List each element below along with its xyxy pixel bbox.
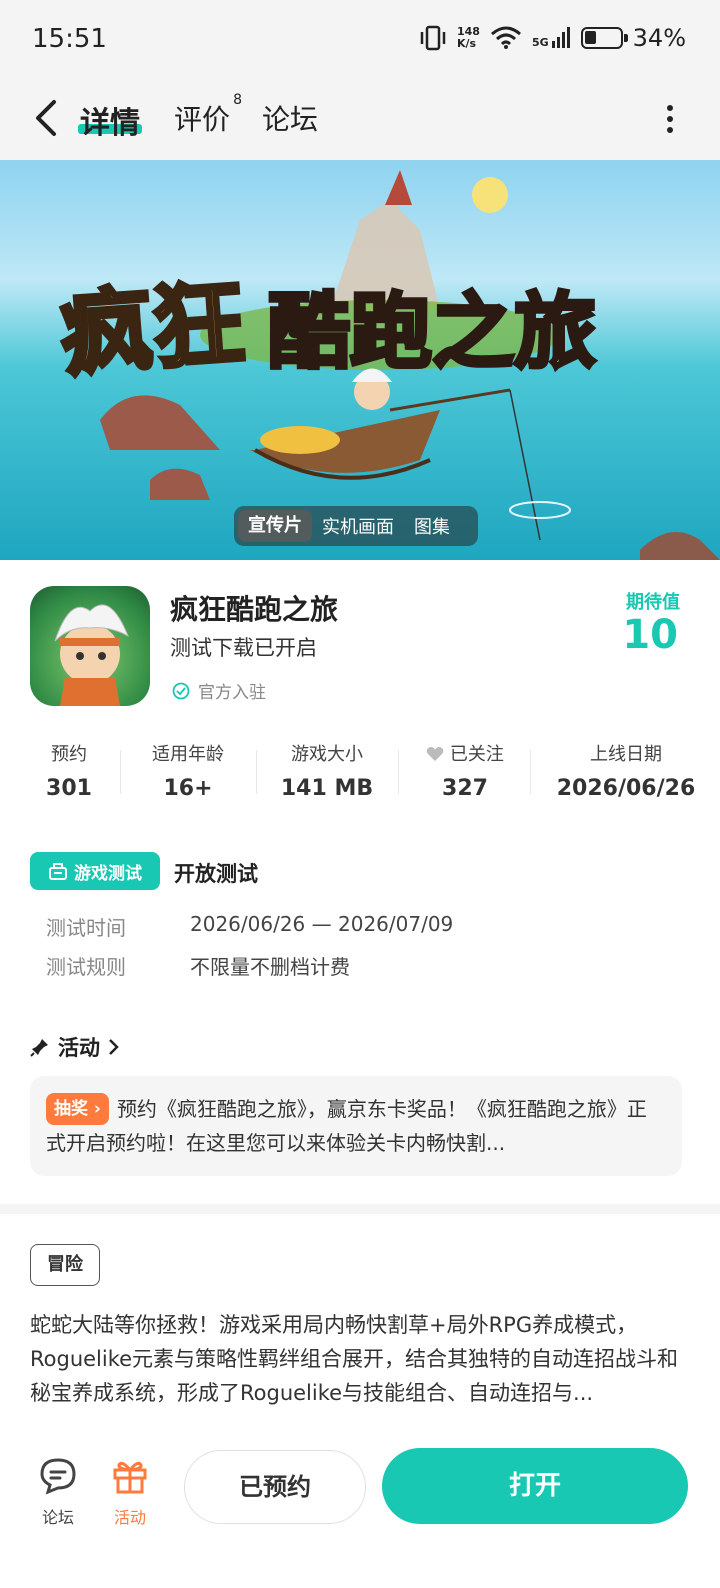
stat-divider bbox=[256, 750, 257, 794]
stat-divider bbox=[530, 750, 531, 794]
tab-review[interactable]: 评价 8 bbox=[174, 92, 242, 138]
test-rule-value: 不限量不删档计费 bbox=[190, 955, 350, 979]
gift-icon bbox=[113, 1461, 147, 1494]
reserved-button[interactable]: 已预约 bbox=[184, 1450, 366, 1524]
lottery-label: 抽奖 bbox=[54, 1099, 88, 1119]
stat-divider bbox=[398, 750, 399, 794]
battery-icon bbox=[580, 27, 628, 49]
tab-forum[interactable]: 论坛 bbox=[262, 98, 318, 138]
chevron-right-icon bbox=[109, 1039, 119, 1055]
banner-title-part1: 疯狂 bbox=[55, 268, 250, 392]
stat-reservations: 预约 301 bbox=[38, 740, 100, 801]
bottom-activity-button[interactable]: 活动 bbox=[100, 1456, 160, 1528]
stat-value: 16+ bbox=[163, 776, 213, 801]
stat-label: 上线日期 bbox=[590, 744, 662, 765]
app-icon bbox=[30, 586, 150, 706]
tab-review-label: 评价 bbox=[174, 103, 231, 136]
stat-release-date: 上线日期 2026/06/26 bbox=[556, 740, 696, 801]
vibrate-icon bbox=[420, 25, 446, 51]
official-badge: 官方入驻 bbox=[172, 678, 266, 703]
back-arrow-icon[interactable] bbox=[30, 98, 64, 138]
cellular-signal-icon: 5G bbox=[532, 27, 571, 49]
heart-icon bbox=[426, 747, 444, 761]
status-icons: 148 K/s 5G 34% bbox=[419, 24, 686, 52]
test-rule-label: 测试规则 bbox=[46, 955, 126, 979]
battery-percent: 34% bbox=[632, 24, 686, 52]
game-test-badge: 游戏测试 bbox=[30, 852, 160, 890]
forum-label: 论坛 bbox=[41, 1508, 74, 1527]
media-tab-gameplay[interactable]: 实机画面 bbox=[312, 513, 404, 539]
followers-label: 已关注 bbox=[449, 744, 504, 765]
activity-card[interactable]: 抽奖 › 预约《疯狂酷跑之旅》，赢京东卡奖品！《疯狂酷跑之旅》正式开启预约啦！在这… bbox=[30, 1076, 682, 1176]
review-count-badge: 8 bbox=[233, 92, 243, 108]
activity-text: 预约《疯狂酷跑之旅》，赢京东卡奖品！《疯狂酷跑之旅》正式开启预约啦！在这里您可以… bbox=[46, 1097, 647, 1155]
official-label: 官方入驻 bbox=[198, 683, 266, 703]
test-time-value: 2026/06/26 — 2026/07/09 bbox=[190, 912, 454, 936]
stat-followers[interactable]: 已关注 327 bbox=[418, 740, 512, 801]
game-test-label: 游戏测试 bbox=[74, 863, 142, 884]
status-bar: 15:51 148 K/s 5G 34% bbox=[0, 0, 720, 84]
stat-label: 游戏大小 bbox=[291, 744, 363, 765]
stat-value: 327 bbox=[442, 776, 488, 801]
media-tab-video[interactable]: 宣传片 bbox=[238, 510, 312, 542]
lottery-tag: 抽奖 › bbox=[46, 1093, 109, 1125]
stat-divider bbox=[120, 750, 121, 794]
battery-level bbox=[584, 31, 596, 44]
stat-value: 301 bbox=[46, 776, 92, 801]
section-divider bbox=[0, 1204, 720, 1214]
activity-label: 活动 bbox=[113, 1508, 146, 1527]
net-speed-unit: K/s bbox=[457, 37, 477, 50]
test-time-label: 测试时间 bbox=[46, 916, 126, 940]
test-time-row: 测试时间 2026/06/26 — 2026/07/09 bbox=[46, 912, 453, 941]
activity-header[interactable]: 活动 bbox=[30, 1032, 120, 1062]
test-flask-icon bbox=[49, 863, 67, 880]
status-time: 15:51 bbox=[32, 24, 107, 54]
stat-label: 已关注 bbox=[418, 740, 512, 766]
stat-label: 适用年龄 bbox=[152, 744, 224, 765]
top-nav: 详情 评价 8 论坛 bbox=[0, 84, 720, 160]
stat-label: 预约 bbox=[51, 744, 87, 765]
tab-detail[interactable]: 详情 bbox=[80, 98, 140, 142]
stat-game-size: 游戏大小 141 MB bbox=[276, 740, 378, 801]
app-subtitle: 测试下载已开启 bbox=[170, 636, 317, 660]
verified-check-icon bbox=[172, 682, 190, 699]
stat-value: 141 MB bbox=[280, 776, 374, 801]
expectation-label: 期待值 bbox=[626, 592, 680, 613]
media-tabs: 宣传片 实机画面 图集 bbox=[234, 506, 478, 546]
wifi-icon bbox=[490, 26, 521, 49]
stat-value: 2026/06/26 bbox=[556, 776, 696, 801]
expectation-value: 10 bbox=[622, 612, 678, 658]
net-speed: 148 K/s bbox=[457, 26, 480, 50]
forum-chat-icon bbox=[40, 1458, 76, 1495]
app-name: 疯狂酷跑之旅 bbox=[170, 593, 339, 626]
banner-title: 疯狂 酷跑之旅 bbox=[55, 255, 598, 392]
stat-age-rating: 适用年龄 16+ bbox=[140, 740, 236, 801]
genre-tag[interactable]: 冒险 bbox=[30, 1244, 100, 1286]
pin-icon bbox=[30, 1039, 48, 1057]
network-type: 5G bbox=[531, 36, 549, 49]
stats-row: 预约 301 适用年龄 16+ 游戏大小 141 MB 已关注 327 上线日期… bbox=[0, 740, 720, 802]
test-rule-row: 测试规则 不限量不删档计费 bbox=[46, 951, 350, 980]
activity-title: 活动 bbox=[58, 1036, 100, 1060]
game-description[interactable]: 蛇蛇大陆等你拯救！游戏采用局内畅快割草+局外RPG养成模式，Roguelike元… bbox=[30, 1308, 690, 1412]
open-button[interactable]: 打开 bbox=[382, 1448, 688, 1524]
banner-title-part2: 酷跑之旅 bbox=[266, 283, 598, 382]
media-banner[interactable]: 疯狂 酷跑之旅 宣传片 实机画面 图集 bbox=[0, 160, 720, 560]
bottom-action-bar: 论坛 活动 已预约 打开 bbox=[0, 1430, 720, 1588]
more-vertical-icon[interactable] bbox=[666, 104, 674, 134]
media-tab-gallery[interactable]: 图集 bbox=[404, 513, 460, 539]
bottom-forum-button[interactable]: 论坛 bbox=[28, 1456, 88, 1528]
test-type: 开放测试 bbox=[174, 862, 258, 886]
